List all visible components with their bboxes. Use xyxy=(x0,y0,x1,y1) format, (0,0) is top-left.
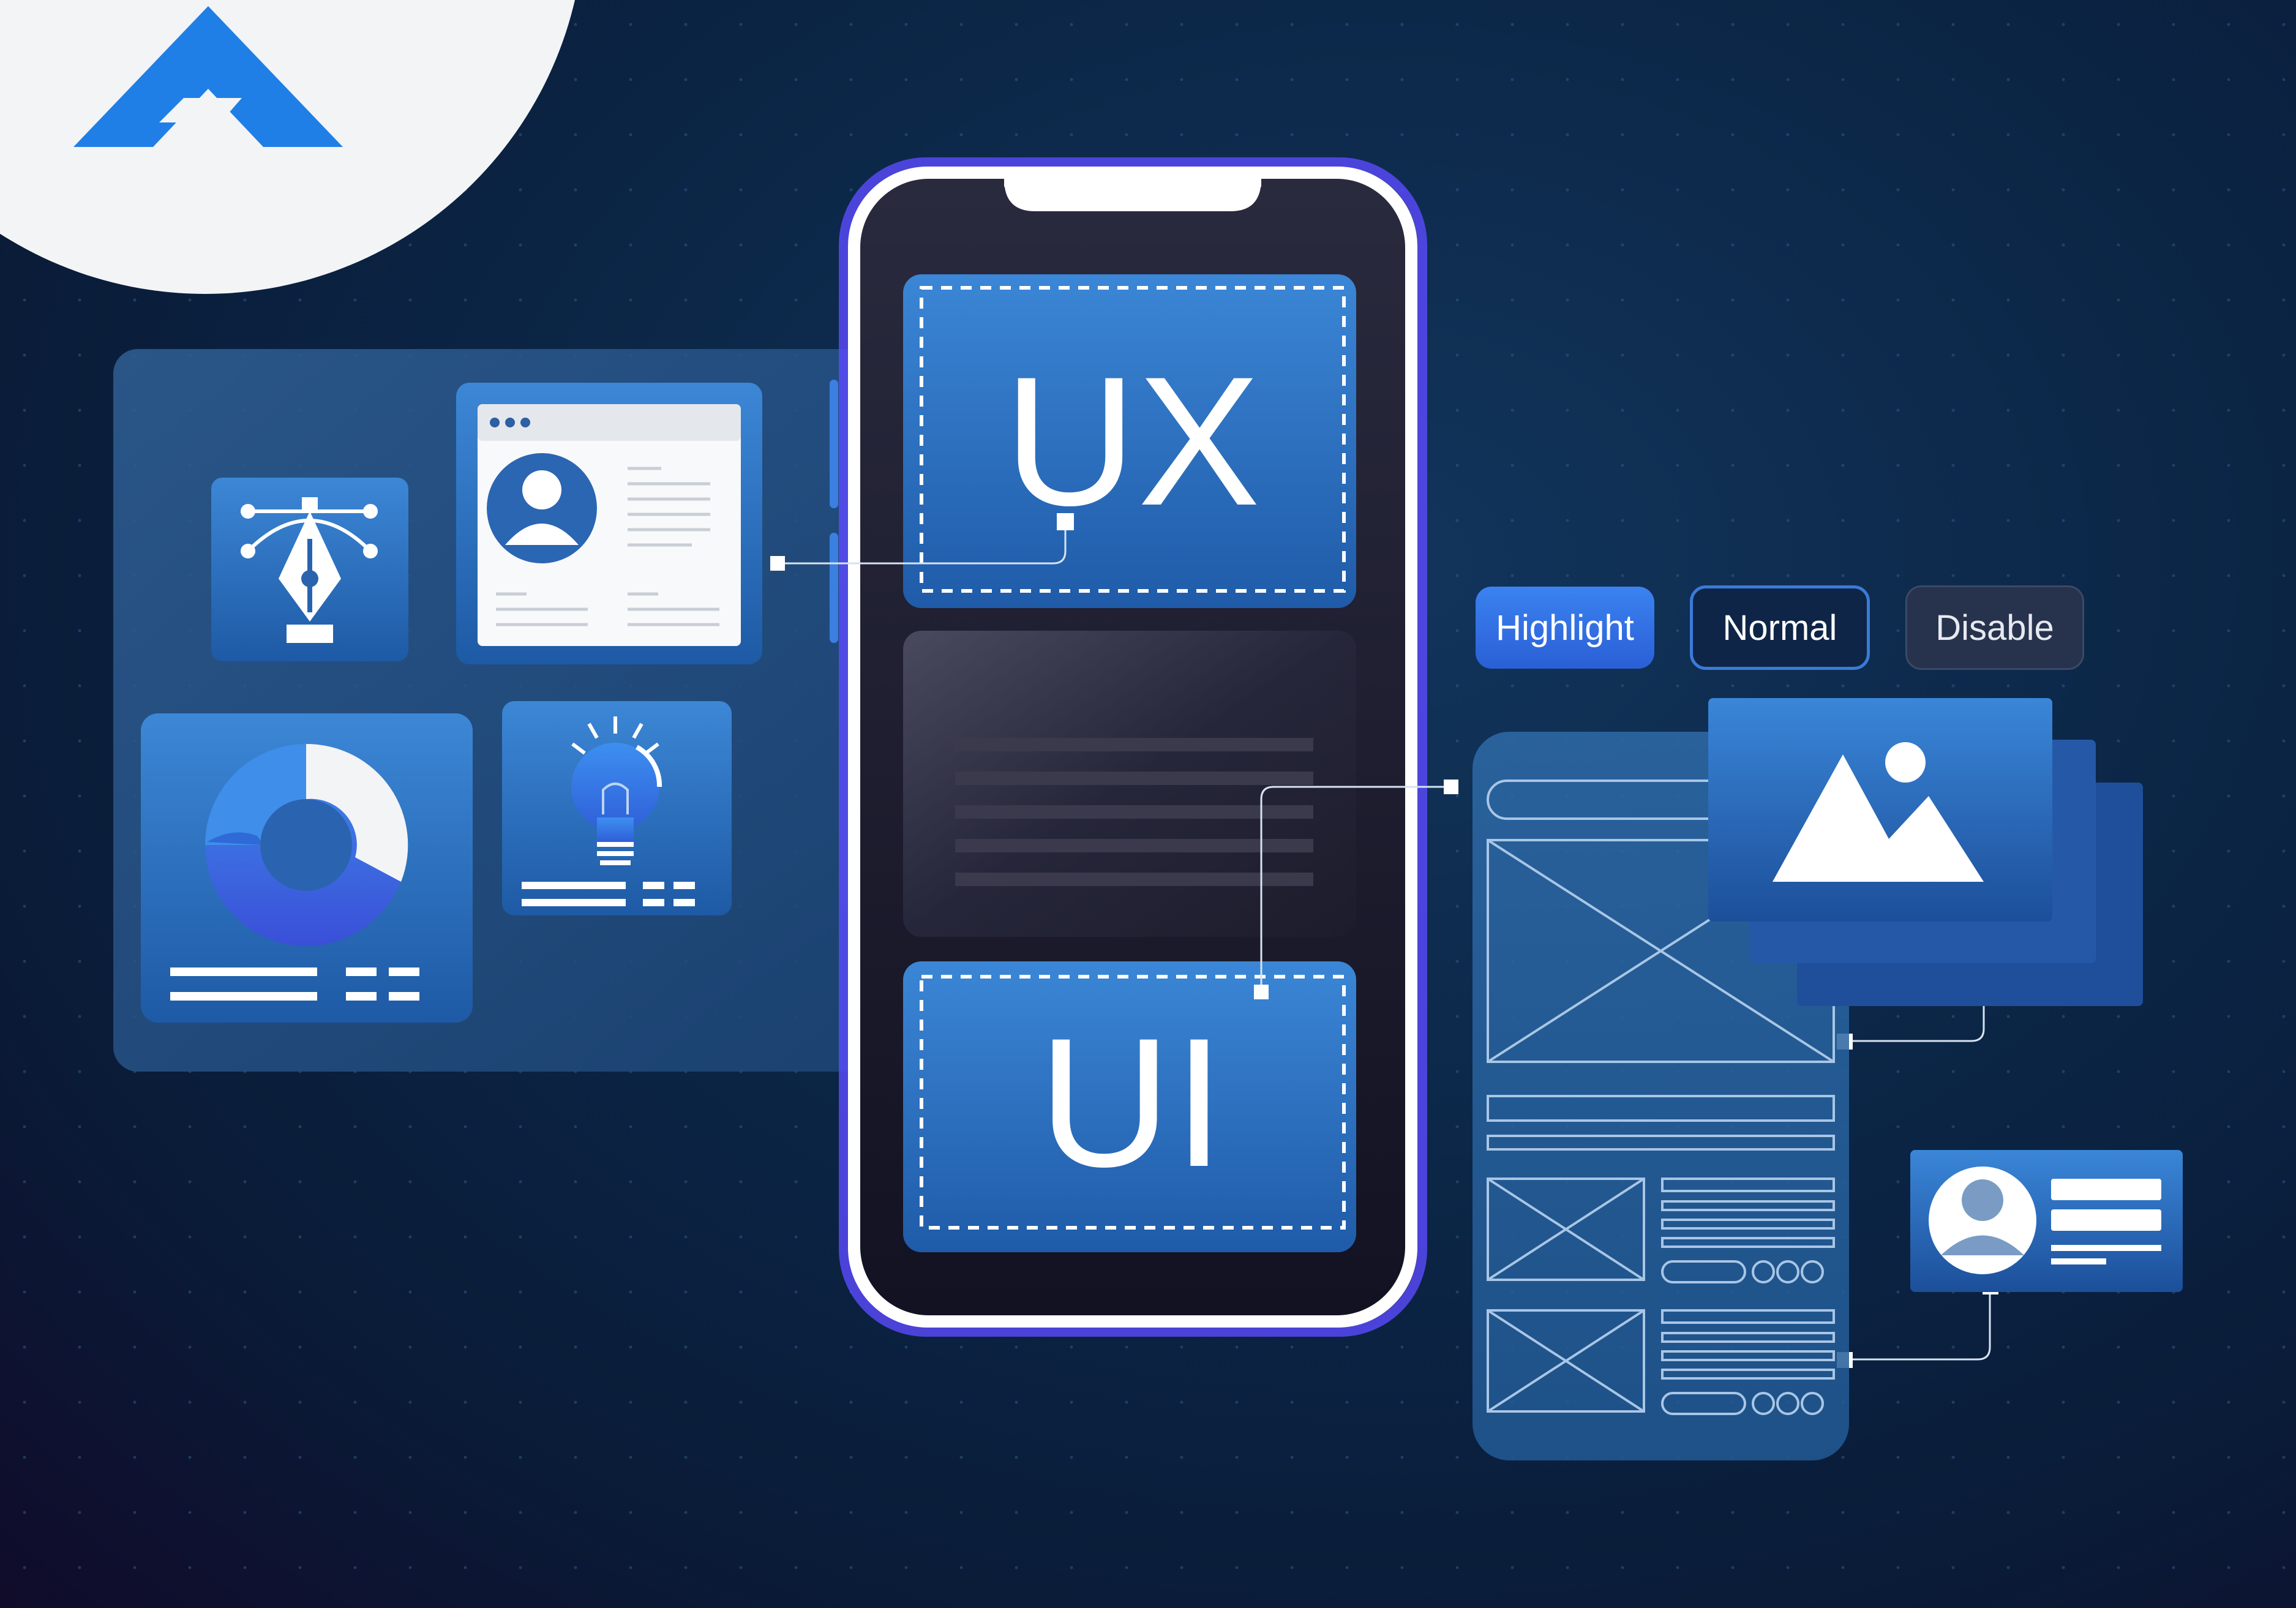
ui-ux-illustration xyxy=(0,0,2183,1460)
illustration-canvas: UX UI Highlight Normal Disable xyxy=(0,0,2296,1608)
user-profile-card xyxy=(1910,1150,2183,1292)
highlight-button[interactable]: Highlight xyxy=(1476,587,1654,669)
normal-button[interactable]: Normal xyxy=(1690,585,1870,670)
donut-chart-card xyxy=(141,713,473,1023)
ux-label: UX xyxy=(1004,338,1262,544)
donut-chart-icon xyxy=(205,743,408,946)
profile-card-icon xyxy=(487,453,597,563)
brand-badge xyxy=(0,0,575,294)
image-cards-stack xyxy=(1708,698,2143,1006)
disable-button[interactable]: Disable xyxy=(1905,585,2084,670)
pen-tool-card xyxy=(211,478,408,661)
ui-label: UI xyxy=(1038,999,1227,1205)
idea-card xyxy=(502,701,732,915)
profile-window-card xyxy=(456,383,762,664)
user-avatar-icon xyxy=(1929,1167,2036,1274)
